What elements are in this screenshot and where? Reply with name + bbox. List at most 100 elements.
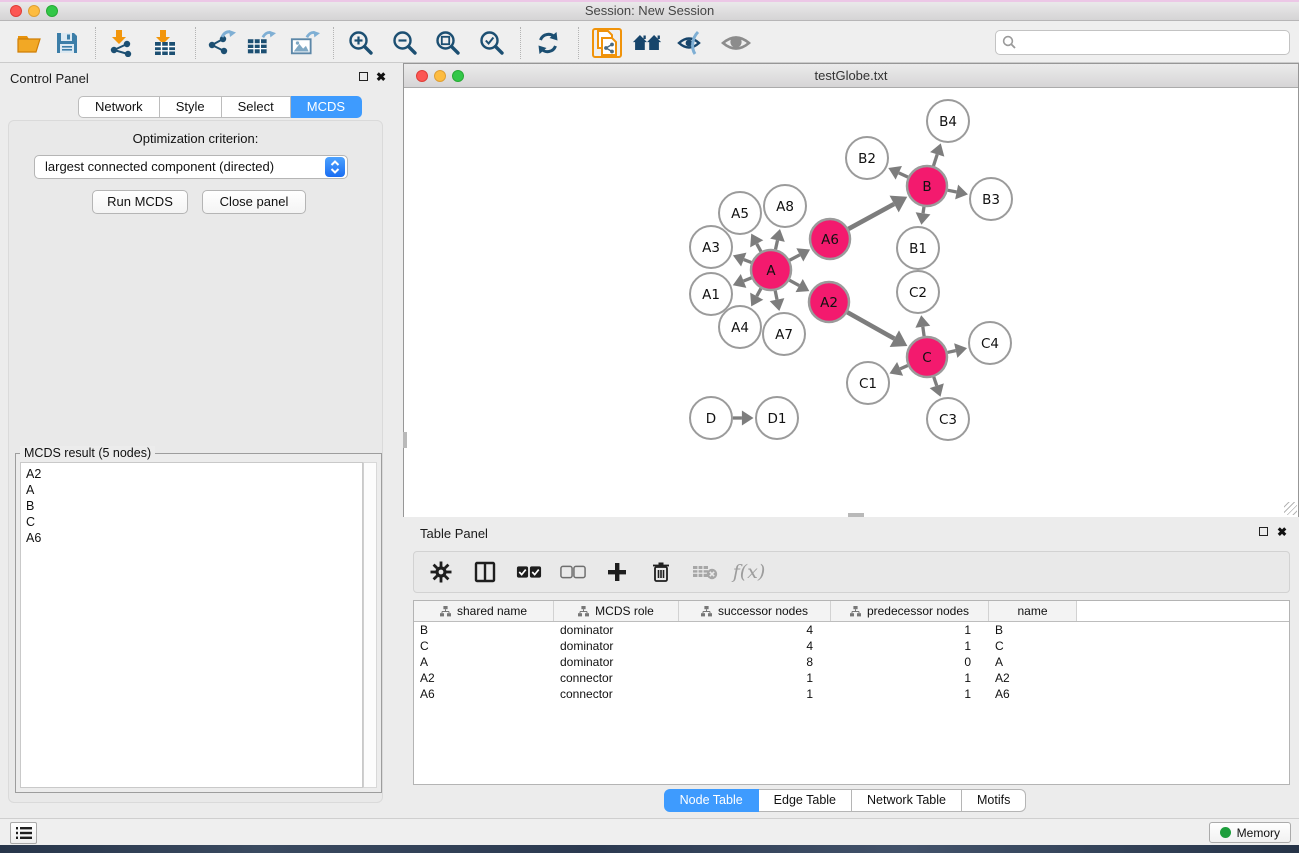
import-table-icon[interactable] [150, 28, 180, 58]
memory-button[interactable]: Memory [1209, 822, 1291, 843]
edge-A-A5[interactable] [757, 244, 761, 252]
table-row[interactable]: A6connector11A6 [414, 686, 1289, 702]
function-builder-icon[interactable]: f(x) [736, 559, 762, 585]
export-network-icon[interactable] [206, 28, 236, 58]
zoom-in-icon[interactable] [346, 28, 376, 58]
table-row[interactable]: Bdominator41B [414, 622, 1289, 638]
edge-B-B1[interactable] [923, 207, 924, 214]
node-table[interactable]: shared name MCDS rolesuccessor nodesprede… [413, 600, 1290, 785]
column-header-successor-nodes[interactable]: successor nodes [679, 601, 831, 621]
task-history-button[interactable] [10, 822, 37, 844]
tab-style[interactable]: Style [160, 96, 222, 118]
hide-panels-icon[interactable] [676, 28, 706, 58]
graph-node-label: C1 [859, 376, 877, 392]
edge-A-A7[interactable] [775, 291, 777, 300]
mcds-result-item[interactable]: A2 [26, 466, 362, 482]
result-scrollbar[interactable] [363, 462, 377, 788]
table-cell: connector [554, 670, 679, 686]
edge-B-B3[interactable] [948, 190, 957, 192]
edge-A2-C[interactable] [847, 312, 894, 338]
tab-select[interactable]: Select [222, 96, 291, 118]
run-mcds-button[interactable]: Run MCDS [92, 190, 188, 214]
close-panel-button[interactable]: Close panel [202, 190, 306, 214]
table-row[interactable]: Adominator80A [414, 654, 1289, 670]
edge-A-A4[interactable] [757, 288, 761, 296]
table-cell: 1 [679, 686, 831, 702]
table-float-icon[interactable] [1259, 527, 1268, 536]
export-table-icon[interactable] [246, 28, 276, 58]
table-close-icon[interactable]: ✖ [1277, 527, 1287, 537]
add-column-icon[interactable] [604, 559, 630, 585]
resize-grip[interactable] [1284, 502, 1297, 515]
table-cell: A6 [989, 686, 1077, 702]
search-field[interactable] [995, 30, 1290, 55]
tab-node-table[interactable]: Node Table [664, 789, 759, 812]
float-panel-icon[interactable] [359, 72, 368, 81]
zoom-out-icon[interactable] [390, 28, 420, 58]
column-header-name[interactable]: name [989, 601, 1077, 621]
select-all-icon[interactable] [516, 559, 542, 585]
close-panel-icon[interactable]: ✖ [376, 72, 386, 82]
search-input[interactable] [1017, 36, 1289, 50]
share-documents-icon[interactable] [592, 28, 622, 58]
network-hscrollbar[interactable] [848, 513, 864, 517]
mcds-result-item[interactable]: A [26, 482, 362, 498]
column-header-predecessor-nodes[interactable]: predecessor nodes [831, 601, 989, 621]
zoom-selected-icon[interactable] [477, 28, 507, 58]
network-view-frame: testGlobe.txt B4B2BB3A8A5A6A3B1AA1C2A2A4… [403, 63, 1299, 517]
network-vscrollbar[interactable] [403, 432, 407, 448]
settings-gear-icon[interactable] [428, 559, 454, 585]
graph-node-label: A6 [821, 232, 839, 248]
graph-node-label: B1 [909, 241, 927, 257]
toolbar-separator [578, 27, 579, 59]
refresh-icon[interactable] [533, 28, 563, 58]
table-row[interactable]: A2connector11A2 [414, 670, 1289, 686]
column-header-MCDS-role[interactable]: MCDS role [554, 601, 679, 621]
table-cell: dominator [554, 654, 679, 670]
edge-C-C1[interactable] [900, 365, 908, 368]
tab-network-table[interactable]: Network Table [852, 789, 962, 812]
column-layout-icon[interactable] [472, 559, 498, 585]
deselect-all-icon[interactable] [560, 559, 586, 585]
optimization-criterion-select[interactable]: largest connected component (directed) [34, 155, 348, 179]
network-canvas[interactable]: B4B2BB3A8A5A6A3B1AA1C2A2A4A7C4CC1DD1C3 [404, 89, 1298, 517]
open-session-icon[interactable] [15, 28, 45, 58]
column-header-shared-name[interactable]: shared name [414, 601, 554, 621]
mcds-result-item[interactable]: C [26, 514, 362, 530]
save-session-icon[interactable] [52, 28, 82, 58]
edge-C-C2[interactable] [923, 327, 924, 336]
home-icon[interactable] [632, 28, 662, 58]
import-network-icon[interactable] [106, 28, 136, 58]
zoom-fit-icon[interactable] [433, 28, 463, 58]
toolbar-separator [195, 27, 196, 59]
edge-A-A3[interactable] [744, 260, 752, 263]
edge-B-B2[interactable] [899, 173, 908, 177]
export-image-icon[interactable] [290, 28, 320, 58]
tab-edge-table[interactable]: Edge Table [759, 789, 852, 812]
edge-B-B4[interactable] [933, 154, 937, 166]
mcds-result-list[interactable]: A2ABCA6 [20, 462, 363, 788]
tab-motifs[interactable]: Motifs [962, 789, 1026, 812]
table-row[interactable]: Cdominator41C [414, 638, 1289, 654]
tab-mcds[interactable]: MCDS [291, 96, 362, 118]
delete-table-icon[interactable] [692, 559, 718, 585]
search-icon [1002, 35, 1017, 50]
edge-C-C4[interactable] [947, 351, 955, 353]
graph-node-label: B4 [939, 114, 957, 130]
edge-A6-B[interactable] [848, 204, 894, 229]
edge-A-A1[interactable] [744, 278, 752, 281]
table-cell: 1 [831, 638, 989, 654]
edge-C-C3[interactable] [934, 377, 937, 386]
edge-A-A6[interactable] [790, 255, 800, 260]
show-panels-icon[interactable] [721, 28, 751, 58]
delete-column-icon[interactable] [648, 559, 674, 585]
network-graph[interactable]: B4B2BB3A8A5A6A3B1AA1C2A2A4A7C4CC1DD1C3 [404, 89, 1298, 517]
mcds-result-item[interactable]: A6 [26, 530, 362, 546]
edge-A-A8[interactable] [775, 240, 777, 249]
edge-A-A2[interactable] [789, 280, 799, 285]
network-frame-titlebar[interactable]: testGlobe.txt [404, 64, 1298, 88]
tab-network[interactable]: Network [78, 96, 160, 118]
column-header-label: shared name [457, 604, 527, 618]
mcds-result-item[interactable]: B [26, 498, 362, 514]
table-cell: 1 [831, 670, 989, 686]
